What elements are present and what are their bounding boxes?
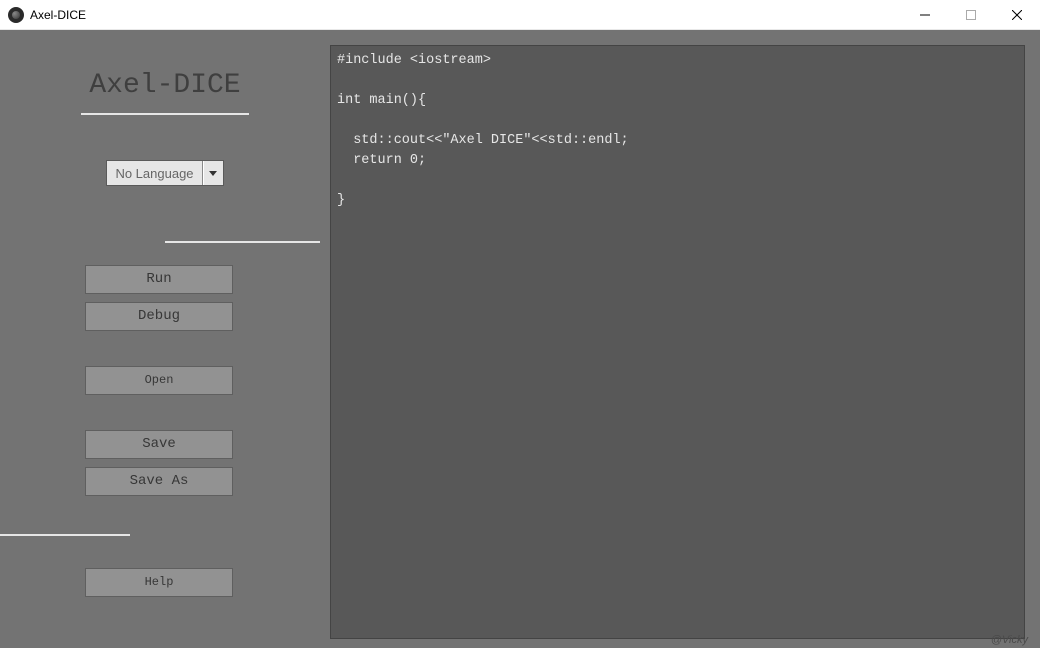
- app-title: Axel-DICE: [0, 45, 330, 113]
- app-icon: [8, 7, 24, 23]
- titlebar: Axel-DICE: [0, 0, 1040, 30]
- language-select[interactable]: No Language: [106, 160, 223, 186]
- window-controls: [902, 0, 1040, 29]
- minimize-button[interactable]: [902, 0, 948, 29]
- watermark: @Vicky: [991, 634, 1028, 646]
- divider: [165, 241, 320, 243]
- code-editor[interactable]: #include <iostream> int main(){ std::cou…: [330, 45, 1025, 639]
- help-button[interactable]: Help: [85, 568, 233, 597]
- maximize-button[interactable]: [948, 0, 994, 29]
- divider-left: [0, 534, 130, 536]
- run-button[interactable]: Run: [85, 265, 233, 294]
- dropdown-arrow-icon: [203, 161, 223, 185]
- debug-button[interactable]: Debug: [85, 302, 233, 331]
- app-container: Axel-DICE No Language Run Debug Open Sav…: [0, 30, 1040, 648]
- save-as-button[interactable]: Save As: [85, 467, 233, 496]
- open-button[interactable]: Open: [85, 366, 233, 395]
- window-title: Axel-DICE: [30, 8, 86, 22]
- close-button[interactable]: [994, 0, 1040, 29]
- sidebar: Axel-DICE No Language Run Debug Open Sav…: [0, 30, 330, 648]
- language-select-value: No Language: [107, 161, 202, 185]
- editor-area: #include <iostream> int main(){ std::cou…: [330, 30, 1040, 648]
- save-button[interactable]: Save: [85, 430, 233, 459]
- title-underline: [81, 113, 249, 115]
